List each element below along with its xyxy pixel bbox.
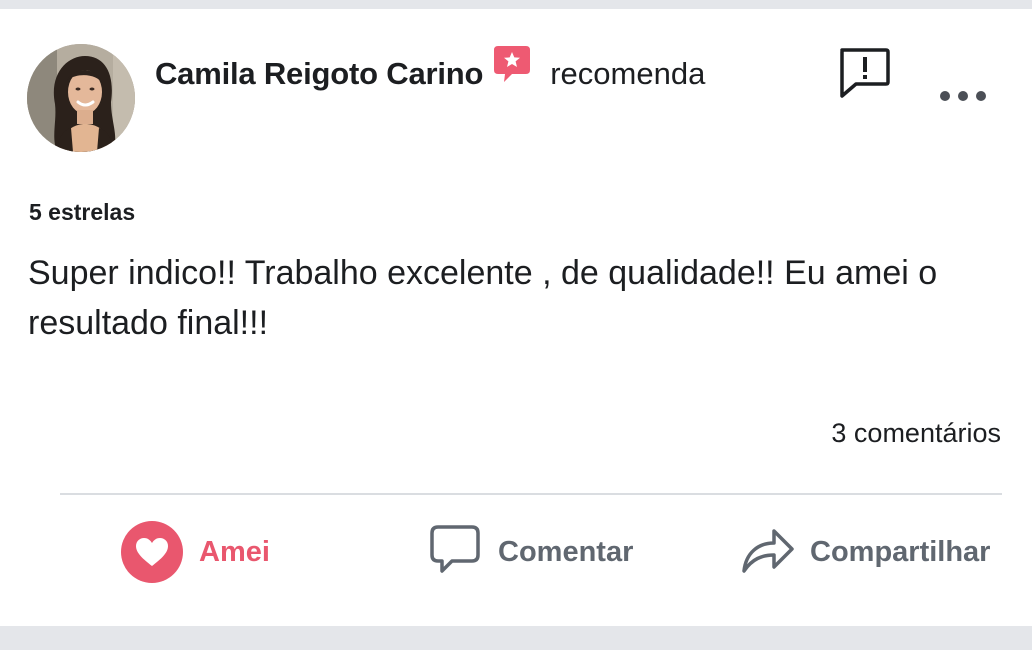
more-dot [940, 91, 950, 101]
recommendation-action-text: recomenda [550, 56, 706, 91]
love-reaction-button[interactable]: Amei [121, 520, 270, 584]
rating-label: 5 estrelas [29, 199, 136, 225]
love-label: Amei [199, 535, 270, 568]
avatar-photo [27, 44, 135, 152]
post-header-line: Camila Reigoto Carino recomenda [155, 46, 706, 96]
more-dot [958, 91, 968, 101]
top-frame-strip [0, 0, 1032, 9]
comment-bubble-icon [428, 523, 482, 582]
share-button[interactable]: Compartilhar [740, 520, 990, 584]
review-text: Super indico!! Trabalho excelente , de q… [28, 254, 938, 342]
comments-count-link[interactable]: 3 comentários [831, 418, 1001, 449]
share-arrow-icon [740, 523, 796, 582]
recommendation-star-bubble-icon [492, 44, 532, 84]
bottom-frame-strip [0, 626, 1032, 650]
author-avatar[interactable] [27, 44, 135, 152]
comment-button[interactable]: Comentar [428, 520, 633, 584]
share-label: Compartilhar [810, 535, 991, 568]
author-name[interactable]: Camila Reigoto Carino [155, 56, 483, 92]
report-flag-icon[interactable] [836, 46, 892, 98]
comment-label: Comentar [498, 535, 634, 568]
divider [60, 493, 1002, 495]
more-dot [976, 91, 986, 101]
heart-icon [121, 521, 183, 583]
more-options-icon[interactable] [940, 86, 986, 106]
